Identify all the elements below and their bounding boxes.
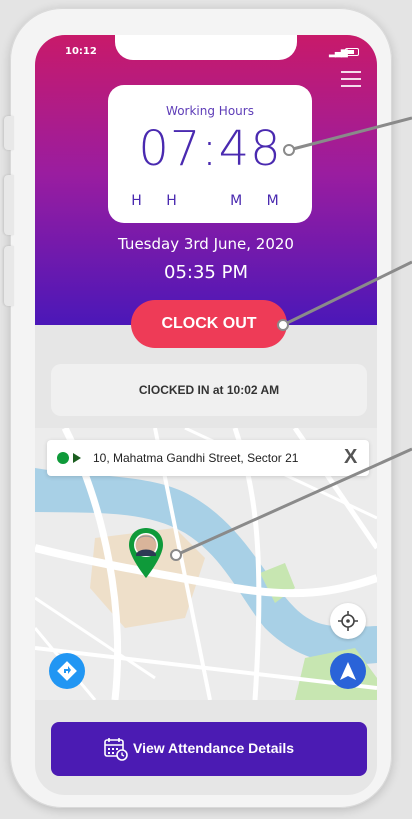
view-attendance-button[interactable]: View Attendance Details [51,722,367,776]
battery-icon [345,48,359,56]
close-address-button[interactable]: X [344,446,357,469]
location-dot-icon [57,452,69,464]
view-attendance-label: View Attendance Details [133,740,295,756]
direction-arrow-icon [73,453,81,463]
current-date: Tuesday 3rd June, 2020 [118,235,294,253]
working-hours-label: Working Hours [166,104,254,118]
side-button-top [4,116,14,150]
navigate-fab[interactable] [330,653,366,689]
address-bar[interactable]: 10, Mahatma Gandhi Street, Sector 21 X [47,440,369,476]
notch [115,35,297,60]
header: 10:12 ▂▄▆ Working Hours 07:48 H H M M Tu… [35,35,377,325]
address-text: 10, Mahatma Gandhi Street, Sector 21 [93,451,299,465]
side-button-volume-up [4,175,14,235]
directions-fab[interactable] [49,653,85,689]
location-pin-icon[interactable] [127,526,165,580]
navigation-arrow-icon [340,662,356,680]
recenter-fab[interactable] [330,603,366,639]
directions-icon [57,661,77,681]
calendar-clock-icon [104,738,128,761]
clocked-in-status: ClOCKED IN at 10:02 AM [51,364,367,416]
crosshair-icon [338,611,358,631]
side-button-volume-down [4,246,14,306]
app-screen: 10:12 ▂▄▆ Working Hours 07:48 H H M M Tu… [35,35,377,795]
clock-out-button[interactable]: CLOCK OUT [131,300,287,348]
menu-icon[interactable] [341,71,361,87]
working-hours-card: Working Hours 07:48 H H M M [108,85,312,223]
working-hours-value: 07:48 [138,121,282,177]
current-time: 05:35 PM [164,262,248,283]
status-time: 10:12 [65,46,97,57]
working-hours-units: H H M M [131,193,289,209]
map-view[interactable]: 10, Mahatma Gandhi Street, Sector 21 X [35,428,377,700]
